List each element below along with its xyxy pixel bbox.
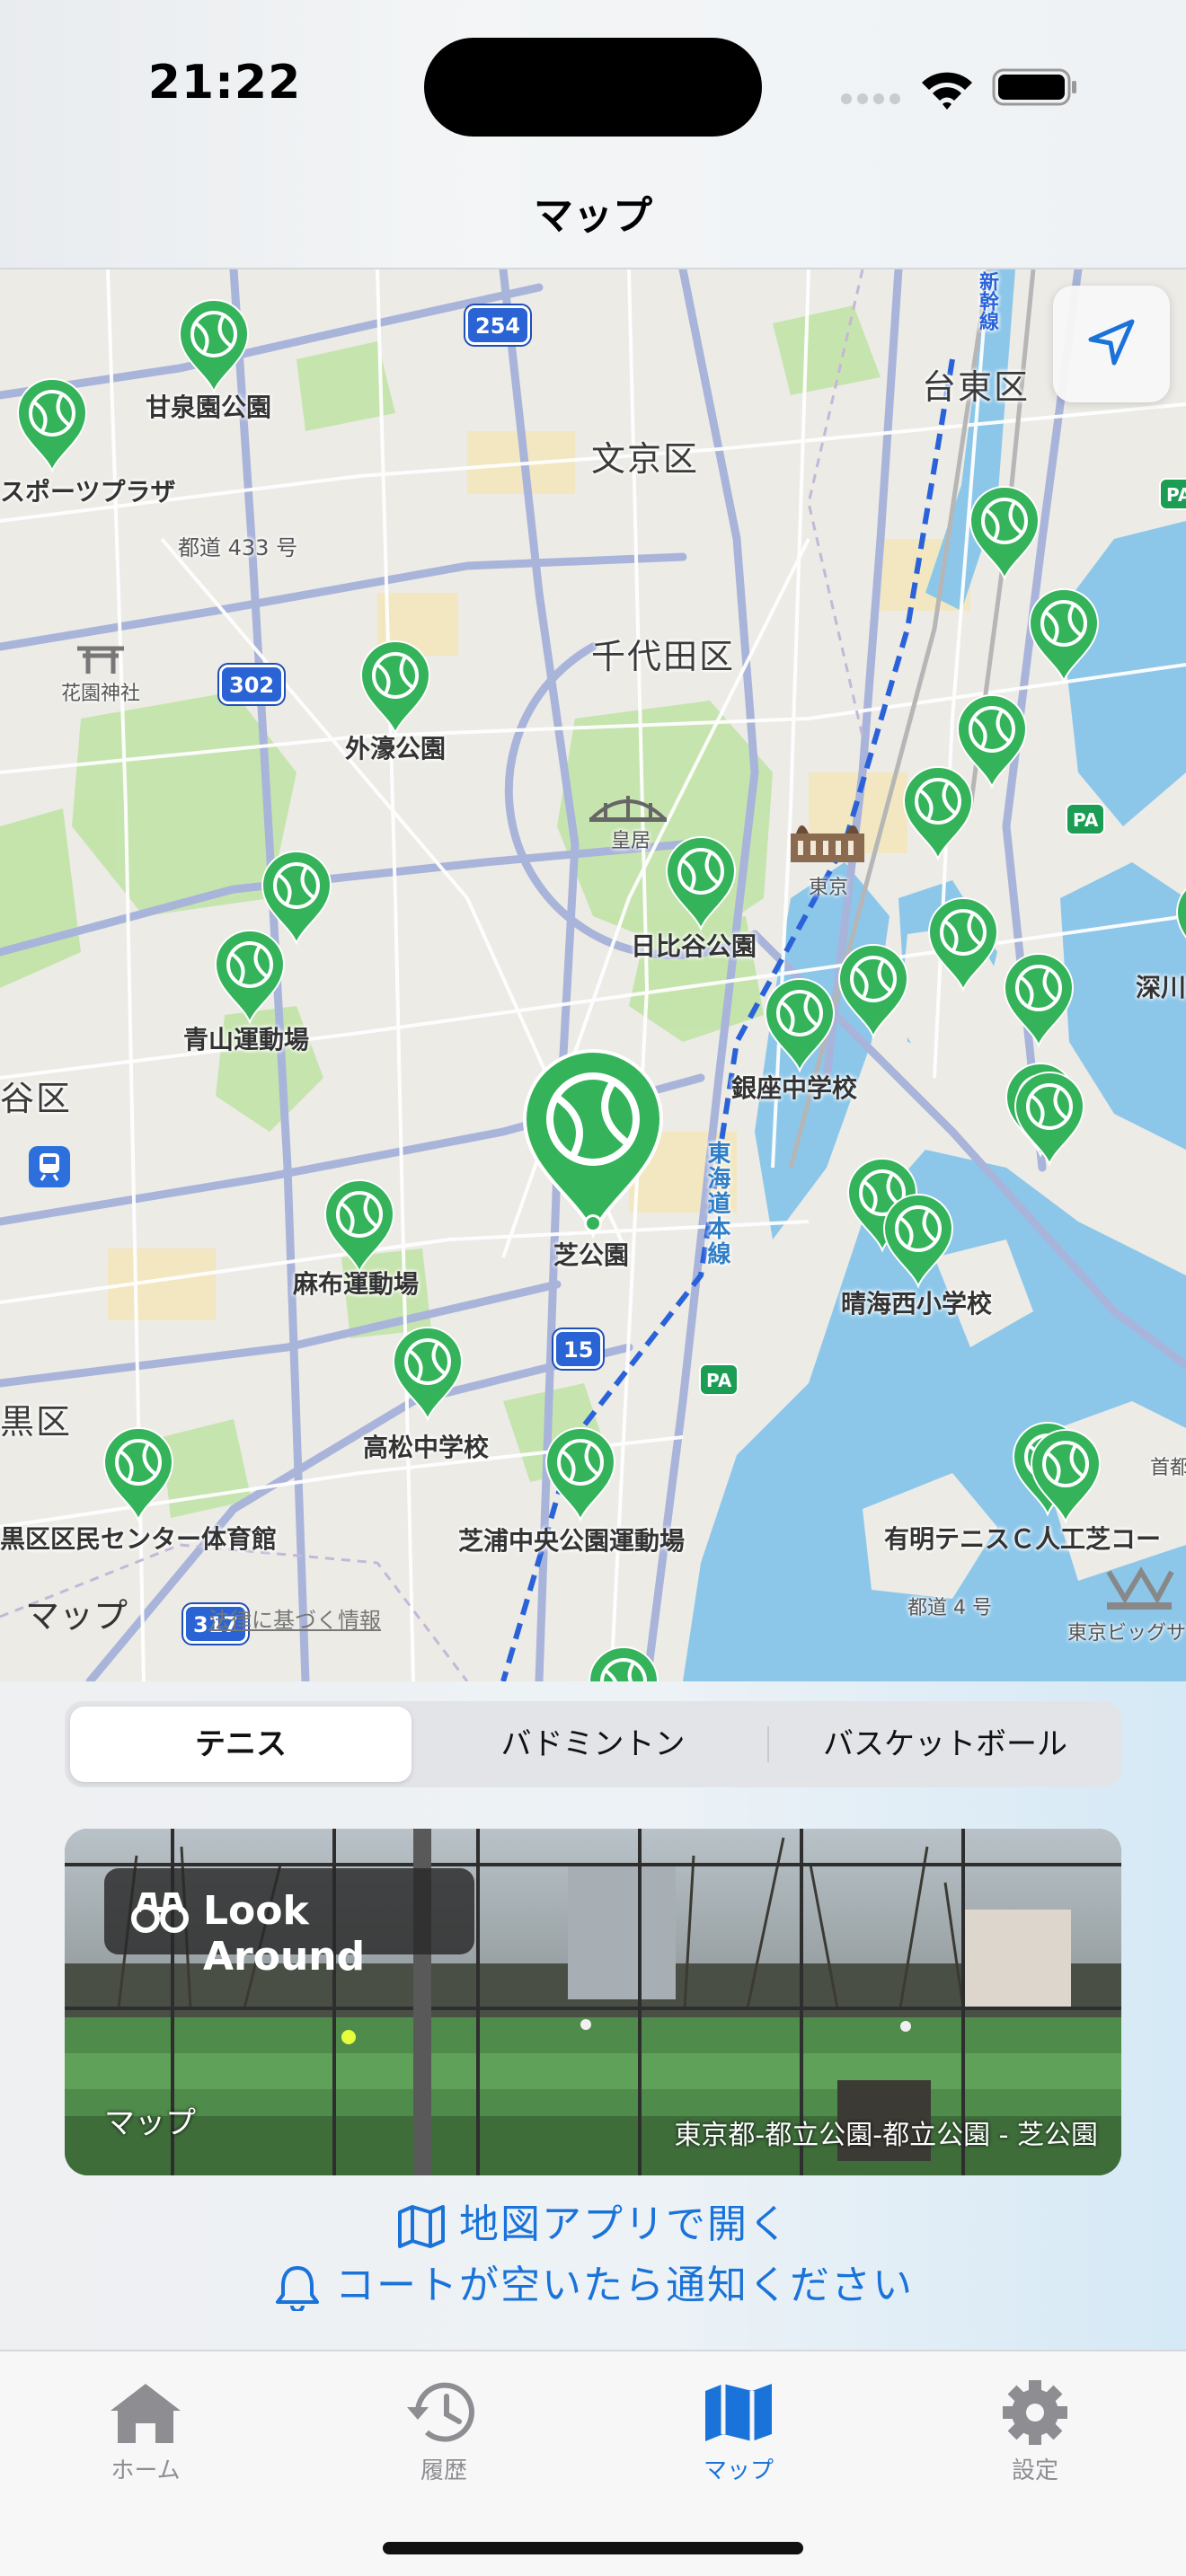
- tennis-court-pin[interactable]: [543, 1425, 618, 1523]
- tennis-court-pin[interactable]: [967, 483, 1042, 582]
- map-label-shinkansen: 新幹線: [976, 271, 998, 331]
- tennis-court-pin[interactable]: [586, 1644, 661, 1681]
- tennis-court-pin[interactable]: [836, 941, 911, 1040]
- map-label-tokyo-station: 東京: [809, 877, 849, 899]
- page-title: マップ: [534, 193, 652, 239]
- look-around-location: 東京都-都立公園-都立公園 - 芝公園: [674, 2120, 1098, 2151]
- tab-map[interactable]: マップ: [649, 2369, 828, 2504]
- map-icon: [705, 2384, 772, 2441]
- tennis-court-pin[interactable]: [1173, 875, 1186, 974]
- selected-pin-anchor-dot: [584, 1214, 602, 1232]
- tennis-court-pin[interactable]: [762, 975, 837, 1074]
- route-badge-15: 15: [553, 1329, 604, 1369]
- status-time: 21:22: [147, 56, 302, 110]
- bell-icon: [276, 2266, 319, 2311]
- tab-map-label: マップ: [703, 2457, 774, 2484]
- map-label-meguro-ward: 黒区: [0, 1402, 73, 1442]
- tokyo-station-icon: [791, 825, 864, 862]
- segment-divider: [767, 1726, 769, 1762]
- tab-settings[interactable]: 設定: [945, 2369, 1125, 2504]
- map-label-tokaido-line: 東海道本線: [704, 1141, 730, 1266]
- binoculars-icon: [131, 1892, 189, 1933]
- tennis-court-pin[interactable]: [925, 895, 1001, 993]
- tennis-court-pin[interactable]: [390, 1324, 465, 1423]
- tennis-court-pin[interactable]: [1001, 950, 1076, 1049]
- look-around-badge[interactable]: Look Around: [104, 1868, 474, 1980]
- sport-segmented-control: テニス バドミントン バスケットボール: [65, 1701, 1121, 1787]
- map-label-shibaura-field: 芝浦中央公園運動場: [458, 1526, 686, 1556]
- train-station-icon: [29, 1146, 70, 1187]
- gear-icon: [1003, 2380, 1067, 2445]
- map-label-hanazono-shrine: 花園神社: [61, 683, 141, 705]
- map-label-chiyoda: 千代田区: [591, 637, 736, 676]
- map-label-meguro-center: 黒区区民センター体育館: [0, 1524, 278, 1554]
- map-icon: [398, 2205, 445, 2248]
- map-label-taito: 台東区: [922, 367, 1031, 407]
- map-label-bunkyo: 文京区: [591, 439, 700, 479]
- tennis-court-pin[interactable]: [358, 638, 433, 737]
- tennis-court-pin[interactable]: [1026, 586, 1102, 684]
- look-around-preview[interactable]: Look Around マップ 東京都-都立公園-都立公園 - 芝公園: [65, 1829, 1121, 2175]
- pa-badge: PA: [1066, 803, 1106, 835]
- imperial-palace-icon: [589, 796, 667, 822]
- battery-icon: [992, 68, 1076, 106]
- map-label-ariake-tennis: 有明テニスＣ人工芝コー: [884, 1524, 1162, 1554]
- segment-basketball[interactable]: バスケットボール: [774, 1707, 1116, 1782]
- pa-badge: PA: [1159, 478, 1186, 510]
- shrine-icon: [77, 646, 124, 674]
- look-around-credit: マップ: [104, 2105, 196, 2141]
- segment-badminton[interactable]: バドミントン: [422, 1707, 764, 1782]
- legal-link[interactable]: 法律に基づく情報: [208, 1602, 381, 1634]
- notify-when-available-button[interactable]: コートが空いたら通知ください: [0, 2253, 1186, 2311]
- tennis-court-pin[interactable]: [900, 763, 976, 862]
- tab-home-label: ホーム: [111, 2457, 181, 2484]
- route-badge-302: 302: [219, 665, 285, 704]
- map-label-takamatsu-school: 高松中学校: [363, 1433, 490, 1462]
- map-label-shuto: 首都: [1150, 1457, 1186, 1479]
- open-in-maps-button[interactable]: 地図アプリで開く: [0, 2192, 1186, 2250]
- map-view[interactable]: 文京区 千代田区 台東区 甘泉園公園 スポーツプラザ 都道 433 号 花園神社…: [0, 269, 1186, 1681]
- signal-dots-icon: [841, 93, 900, 106]
- big-sight-icon: [1106, 1566, 1174, 1610]
- tennis-court-pin[interactable]: [881, 1191, 956, 1290]
- location-arrow-icon: [1088, 319, 1135, 366]
- tab-bar: ホーム 履歴 マップ 設定: [0, 2350, 1186, 2576]
- map-label-big-sight: 東京ビッグサ: [1067, 1622, 1186, 1645]
- tennis-court-pin[interactable]: [14, 375, 90, 474]
- house-icon: [111, 2384, 181, 2443]
- tennis-court-pin[interactable]: [1012, 1069, 1087, 1168]
- map-label-imperial-palace: 皇居: [611, 830, 651, 852]
- map-label-shibuya-ward: 谷区: [0, 1079, 73, 1118]
- segment-tennis[interactable]: テニス: [70, 1707, 412, 1782]
- tab-history[interactable]: 履歴: [354, 2369, 534, 2504]
- tennis-court-pin[interactable]: [212, 927, 288, 1026]
- wifi-icon: [922, 72, 972, 110]
- home-indicator: [383, 2542, 803, 2554]
- map-label-sports-plaza: スポーツプラザ: [0, 477, 176, 507]
- map-label-road-4: 都道 4 号: [907, 1597, 992, 1619]
- tennis-court-pin[interactable]: [176, 296, 252, 395]
- selected-court-pin[interactable]: [518, 1044, 668, 1241]
- tennis-court-pin[interactable]: [322, 1177, 397, 1275]
- history-clock-icon: [407, 2382, 474, 2442]
- tennis-court-pin[interactable]: [663, 834, 739, 932]
- tab-settings-label: 設定: [1011, 2457, 1058, 2484]
- map-label-road-433: 都道 433 号: [178, 535, 298, 560]
- navigation-header: 21:22 マップ: [0, 0, 1186, 269]
- dynamic-island: [424, 38, 762, 137]
- current-location-button[interactable]: [1053, 286, 1170, 402]
- look-around-label: Look Around: [203, 1888, 366, 1980]
- tab-history-label: 履歴: [420, 2457, 467, 2484]
- pa-badge: PA: [699, 1363, 739, 1396]
- route-badge-254: 254: [465, 305, 531, 345]
- tennis-court-pin[interactable]: [1028, 1426, 1103, 1525]
- tennis-court-pin[interactable]: [101, 1425, 176, 1523]
- tab-home[interactable]: ホーム: [56, 2369, 235, 2504]
- apple-maps-credit: マップ: [25, 1596, 128, 1636]
